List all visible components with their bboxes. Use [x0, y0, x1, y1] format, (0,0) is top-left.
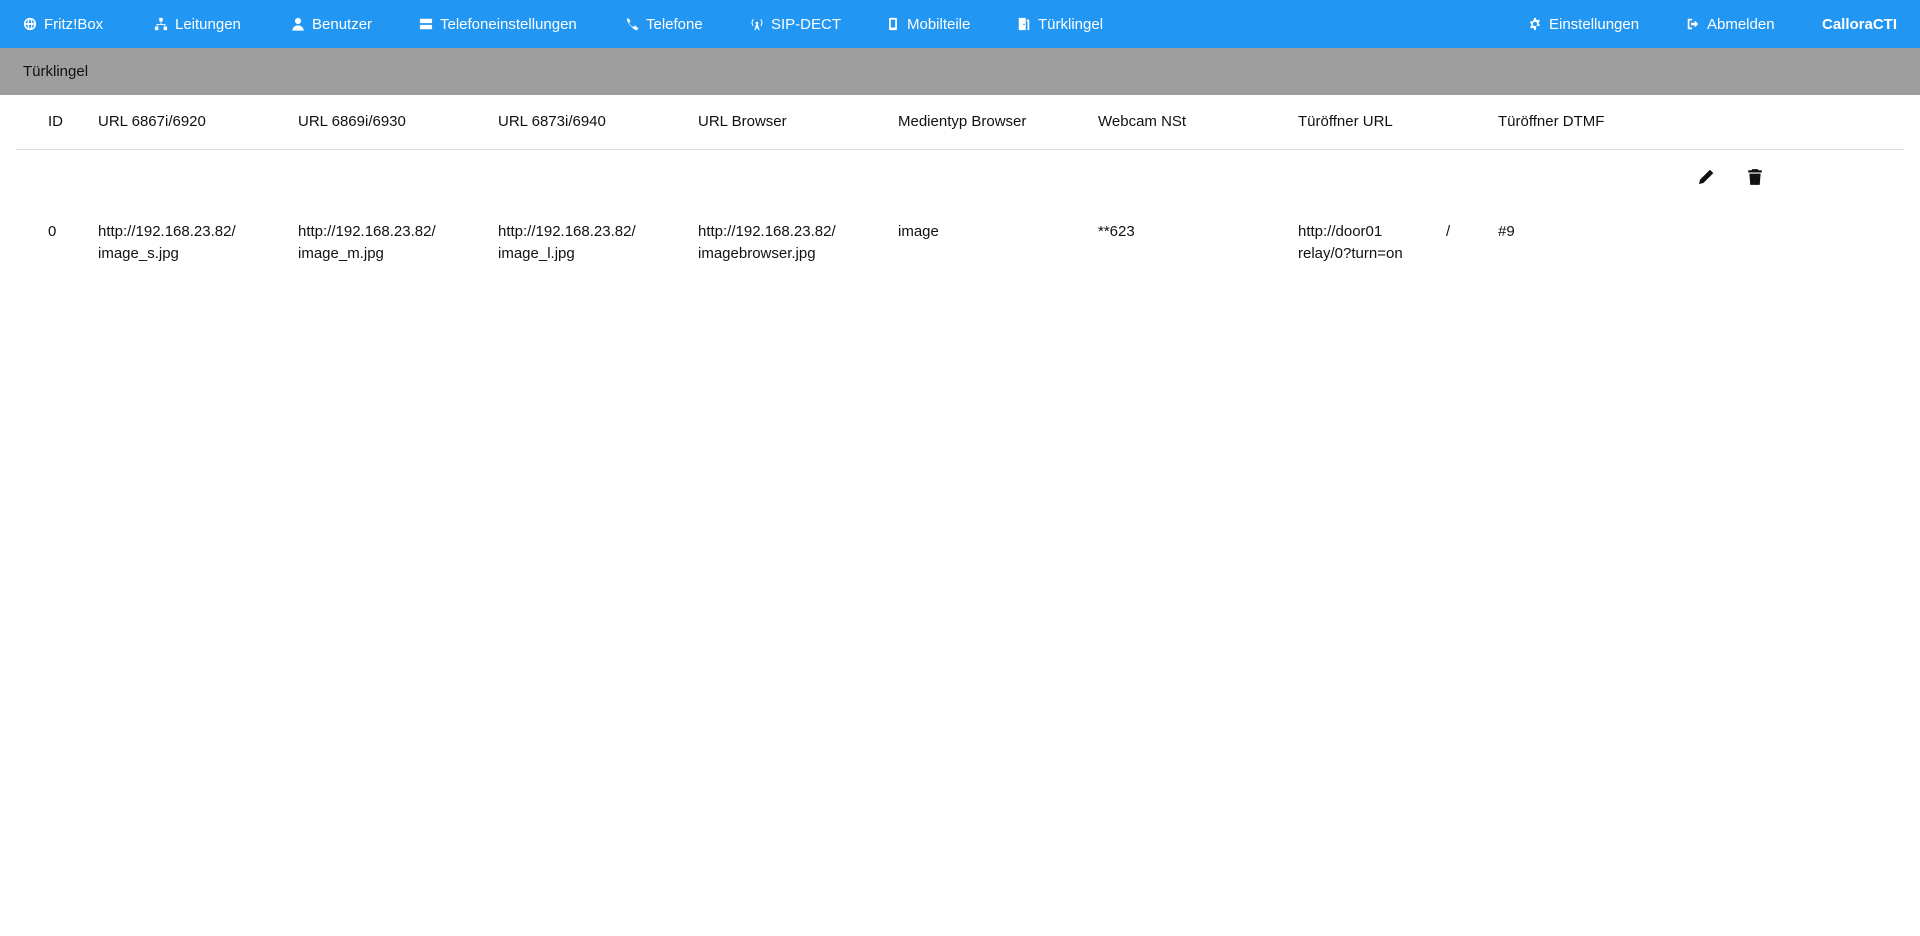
cell-url-6869: http://192.168.23.82/ image_m.jpg [298, 221, 436, 265]
cell-id: 0 [48, 223, 57, 240]
header-door-dtmf: Türöffner DTMF [1498, 113, 1605, 130]
header-id: ID [48, 113, 63, 130]
nav-mobilteile[interactable]: Mobilteile [886, 0, 970, 48]
nav-abmelden-label: Abmelden [1707, 15, 1775, 33]
header-door-url: Türöffner URL [1298, 113, 1393, 130]
cell-url-6867-line1: http://192.168.23.82/ [98, 223, 236, 240]
cell-url-6873-line1: http://192.168.23.82/ [498, 223, 636, 240]
nav-telefoneinstellungen[interactable]: Telefoneinstellungen [419, 0, 577, 48]
nav-tuerklingel[interactable]: Türklingel [1017, 0, 1103, 48]
door-icon [1018, 17, 1030, 31]
nav-leitungen-label: Leitungen [175, 15, 241, 33]
nav-mobilteile-label: Mobilteile [907, 15, 971, 33]
header-url-6873: URL 6873i/6940 [498, 113, 606, 130]
antenna-icon [751, 19, 763, 31]
gear-icon [1530, 17, 1540, 31]
cell-url-browser-line2: imagebrowser.jpg [698, 245, 816, 262]
pencil-icon [1699, 169, 1714, 184]
globe-icon [23, 17, 37, 31]
cell-url-browser-line1: http://192.168.23.82/ [698, 223, 836, 240]
cell-url-6873: http://192.168.23.82/ image_l.jpg [498, 221, 636, 265]
cell-url-6873-line2: image_l.jpg [498, 245, 575, 262]
user-icon [292, 17, 304, 31]
server-icon [419, 18, 433, 30]
brand-label: CalloraCTI [1822, 15, 1898, 33]
page-title: Türklingel [23, 63, 89, 80]
nav-telefone[interactable]: Telefone [625, 0, 703, 48]
network-icon [154, 17, 168, 31]
nav-sip-dect-label: SIP-DECT [771, 15, 842, 33]
nav-abmelden[interactable]: Abmelden [1686, 0, 1775, 48]
table-row: 0 http://192.168.23.82/ image_s.jpg http… [16, 150, 1904, 262]
nav-einstellungen-label: Einstellungen [1549, 15, 1640, 33]
delete-button[interactable] [1746, 168, 1764, 186]
nav-sip-dect[interactable]: SIP-DECT [750, 0, 841, 48]
header-url-browser: URL Browser [698, 113, 787, 130]
nav-benutzer-label: Benutzer [312, 15, 373, 33]
nav-fritzbox-label: Fritz!Box [44, 15, 104, 33]
cell-door-dtmf: #9 [1498, 223, 1515, 240]
cell-webcam-nst: **623 [1098, 223, 1135, 240]
cell-media-type: image [898, 223, 939, 240]
nav-benutzer[interactable]: Benutzer [291, 0, 372, 48]
cell-door-url-line1: http://door01 [1298, 223, 1383, 240]
phone-icon [626, 18, 639, 31]
table-header-row: ID URL 6867i/6920 URL 6869i/6930 URL 687… [16, 95, 1904, 150]
header-webcam-nst: Webcam NSt [1098, 113, 1187, 130]
nav-leitungen[interactable]: Leitungen [154, 0, 241, 48]
brand-name[interactable]: CalloraCTI [1822, 0, 1897, 48]
doorbell-table: ID URL 6867i/6920 URL 6869i/6930 URL 687… [16, 95, 1904, 262]
top-navbar: Fritz!Box Leitungen Benutzer Telefoneins… [0, 0, 1920, 48]
nav-telefoneinstellungen-label: Telefoneinstellungen [440, 15, 577, 33]
cell-url-browser: http://192.168.23.82/ imagebrowser.jpg [698, 221, 836, 265]
cell-url-6867-line2: image_s.jpg [98, 245, 179, 262]
cell-url-6867: http://192.168.23.82/ image_s.jpg [98, 221, 236, 265]
mobile-icon [889, 17, 897, 31]
cell-door-url: http://door01 relay/0?turn=on [1298, 221, 1403, 265]
sign-out-icon [1687, 18, 1699, 30]
header-url-6867: URL 6867i/6920 [98, 113, 206, 130]
nav-fritzbox[interactable]: Fritz!Box [23, 0, 103, 48]
edit-button[interactable] [1697, 168, 1715, 186]
cell-door-url-line2: relay/0?turn=on [1298, 245, 1403, 262]
page-title-bar: Türklingel [0, 48, 1920, 95]
nav-telefone-label: Telefone [646, 15, 703, 33]
header-url-6869: URL 6869i/6930 [298, 113, 406, 130]
nav-tuerklingel-label: Türklingel [1038, 15, 1104, 33]
cell-url-6869-line1: http://192.168.23.82/ [298, 223, 436, 240]
cell-door-url-separator: / [1446, 223, 1451, 240]
nav-einstellungen[interactable]: Einstellungen [1528, 0, 1639, 48]
cell-url-6869-line2: image_m.jpg [298, 245, 384, 262]
trash-icon [1748, 169, 1762, 185]
header-media-type: Medientyp Browser [898, 113, 1027, 130]
